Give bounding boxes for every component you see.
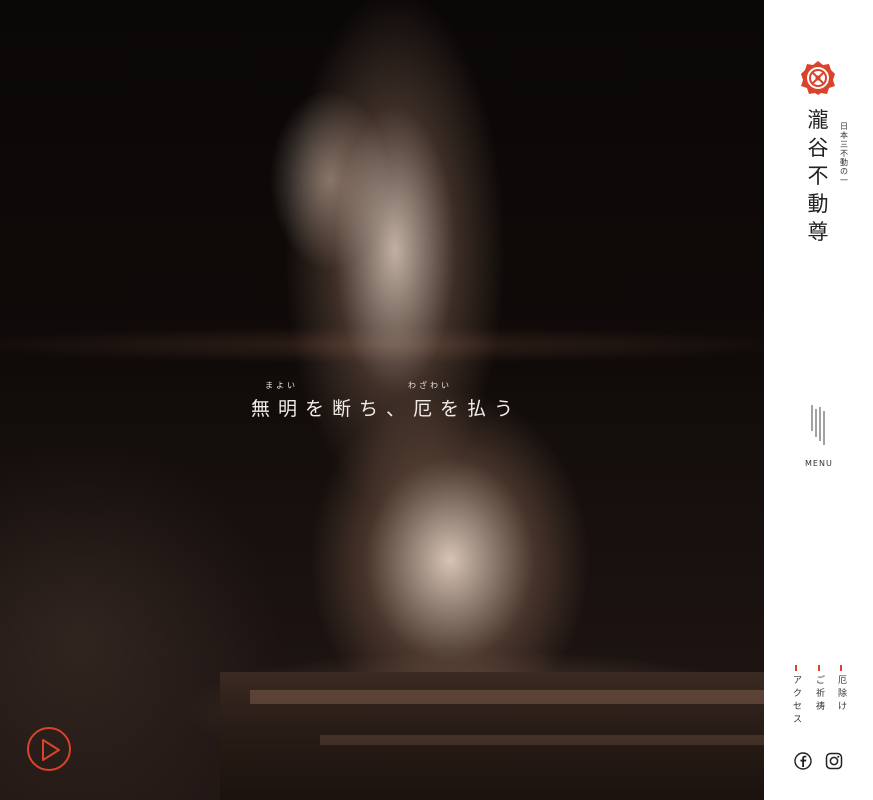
catch-ruby-wazawai: わざわい — [408, 381, 452, 390]
link-accent-bar — [818, 665, 820, 671]
menu-icon[interactable] — [811, 405, 825, 445]
nav-link-label: アクセス — [793, 676, 803, 725]
nav-link-yakuyoke[interactable]: 厄除け — [838, 665, 850, 714]
play-icon — [42, 739, 60, 761]
nav-link-access[interactable]: アクセス — [793, 665, 805, 727]
menu-button[interactable]: MENU — [805, 459, 833, 468]
nav-link-gokitou[interactable]: ご祈祷 — [816, 665, 828, 714]
temple-crest-logo[interactable] — [800, 60, 836, 96]
nav-link-label: ご祈祷 — [816, 676, 826, 712]
hero-video-background: まよい わざわい 無明を断ち、厄を払う — [0, 0, 764, 800]
sidebar: 瀧谷不動尊 日本三不動の一 MENU 厄除け ご祈祷 アクセス — [764, 0, 873, 800]
instagram-icon[interactable] — [825, 752, 843, 770]
site-title[interactable]: 瀧谷不動尊 — [806, 106, 830, 246]
facebook-icon[interactable] — [794, 752, 812, 770]
link-accent-bar — [795, 665, 797, 671]
hero-catchcopy: まよい わざわい 無明を断ち、厄を払う — [251, 376, 521, 421]
platform-plank — [320, 735, 764, 745]
site-subtitle: 日本三不動の一 — [840, 122, 848, 185]
nav-link-label: 厄除け — [838, 676, 848, 712]
platform-plank — [250, 690, 764, 704]
play-button[interactable] — [27, 727, 71, 771]
catch-text: 無明を断ち、厄を払う — [251, 398, 522, 420]
link-accent-bar — [840, 665, 842, 671]
catch-ruby-mayoi: まよい — [265, 381, 298, 390]
